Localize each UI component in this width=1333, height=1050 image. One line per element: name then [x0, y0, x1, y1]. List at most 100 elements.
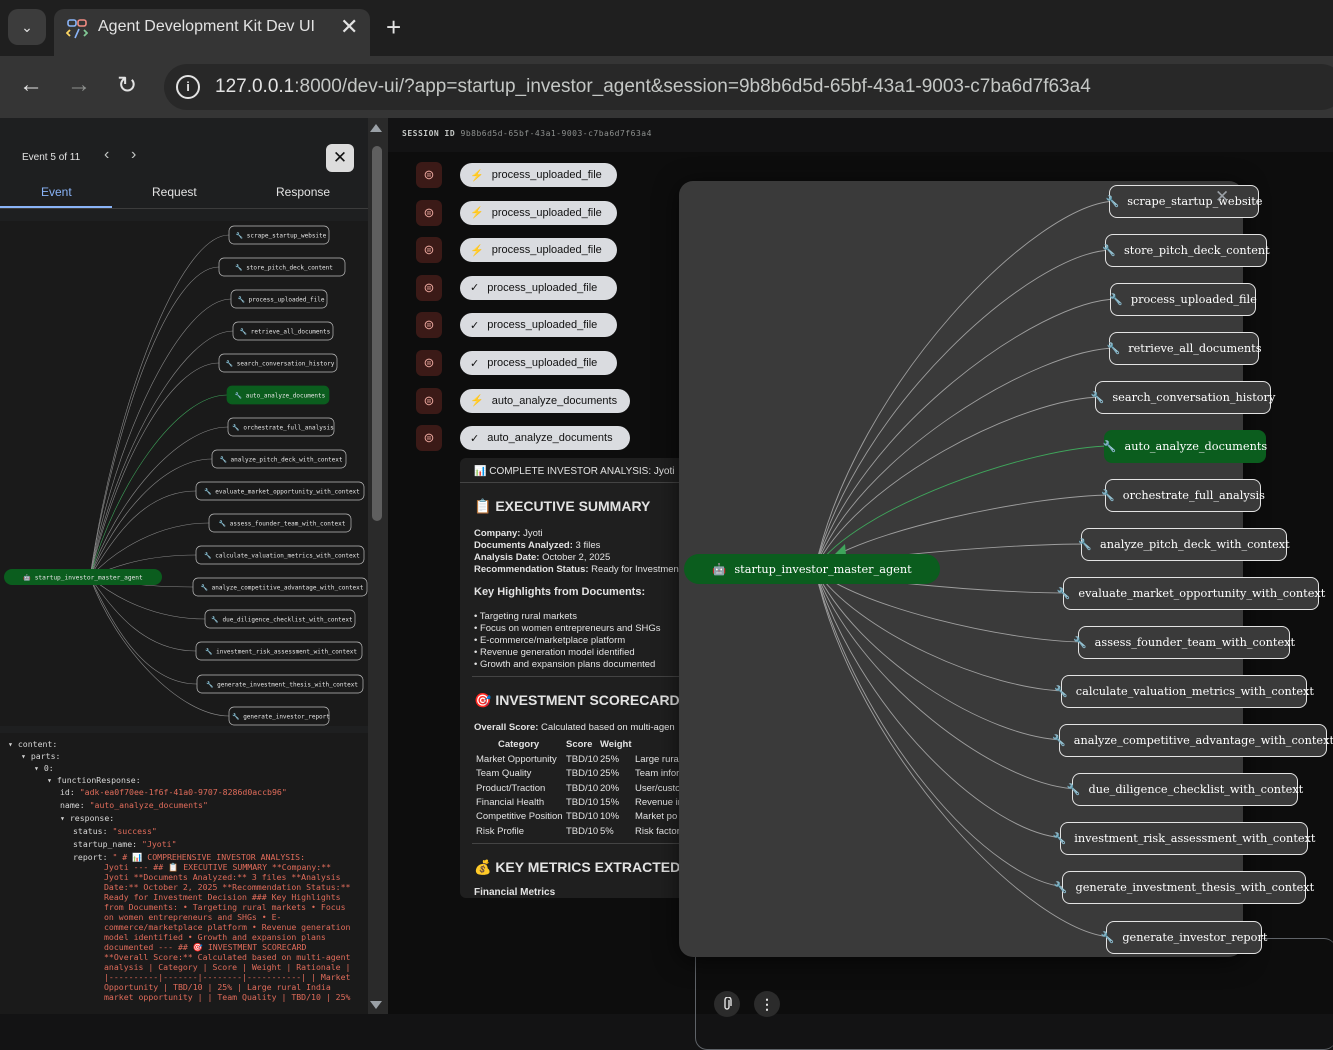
json-toggle-icon[interactable]: ▾	[47, 775, 57, 785]
tool-node-auto-analyze-documents[interactable]: 🔧 auto_analyze_documents	[1103, 430, 1268, 463]
robot-icon: ⊜	[423, 242, 435, 258]
back-button[interactable]: ←	[19, 71, 43, 99]
graph-edge	[814, 200, 1118, 570]
new-tab-button[interactable]: +	[386, 12, 401, 43]
tool-node-process-uploaded-file[interactable]: 🔧 process_uploaded_file	[1109, 283, 1257, 316]
json-value: "Jyoti"	[137, 839, 177, 849]
forward-button[interactable]: →	[67, 71, 91, 99]
tool-node-analyze-competitive-advantage-with-context[interactable]: 🔧 analyze_competitive_advantage_with_cont…	[1052, 724, 1333, 757]
mini-tool-label: 🔧 process_uploaded_file	[238, 296, 325, 304]
report-message: 📊 COMPLETE INVESTOR ANALYSIS: Jyoti 📋 EXE…	[460, 458, 680, 898]
session-id: SESSION ID 9b8b6d5d-65bf-43a1-9003-c7ba6…	[402, 129, 652, 138]
table-cell: Product/Traction	[476, 782, 546, 794]
function-event-chip[interactable]: ⚡ process_uploaded_file	[460, 200, 617, 225]
json-line: ▾ functionResponse:	[47, 775, 141, 785]
address-bar[interactable]: i 127.0.0.1:8000/dev-ui/?app=startup_inv…	[164, 64, 1333, 110]
table-cell: 20%	[600, 782, 620, 794]
scroll-up-icon[interactable]	[370, 124, 382, 132]
table-cell: Market Opportunity	[476, 754, 557, 765]
scroll-down-icon[interactable]	[370, 1001, 382, 1009]
next-event-button[interactable]: ›	[131, 146, 136, 164]
tool-node-label: retrieve_all_documents	[1128, 342, 1262, 355]
summary-field-key: Analysis Date:	[474, 552, 540, 563]
tool-node-scrape-startup-website[interactable]: 🔧 scrape_startup_website	[1105, 185, 1262, 218]
function-event-chip[interactable]: ⚡ process_uploaded_file	[460, 163, 617, 187]
tool-node-assess-founder-team-with-context[interactable]: 🔧 assess_founder_team_with_context	[1073, 626, 1295, 659]
prev-event-button[interactable]: ‹	[104, 146, 109, 164]
close-event-panel-button[interactable]: ✕	[326, 144, 354, 172]
function-event-chip[interactable]: ⚡ process_uploaded_file	[460, 238, 617, 263]
function-event-chip[interactable]: ✓ process_uploaded_file	[460, 351, 617, 375]
tool-node-label: generate_investment_thesis_with_context	[1075, 881, 1315, 894]
scrollbar-thumb[interactable]	[372, 146, 382, 521]
report-divider	[472, 843, 680, 844]
root-agent-node[interactable]: 🤖 startup_investor_master_agent	[684, 554, 940, 584]
table-cell: 15%	[600, 796, 620, 808]
json-report-line: |----------|-------|--------|-----------…	[104, 972, 351, 982]
robot-icon: ⊜	[423, 317, 435, 333]
tab-search-button[interactable]: ⌄	[8, 9, 46, 45]
tool-node-store-pitch-deck-content[interactable]: 🔧 store_pitch_deck_content	[1102, 234, 1270, 267]
robot-icon: ⊜	[423, 355, 435, 370]
wrench-icon: 🔧	[1101, 489, 1115, 502]
table-cell: TBD/10	[566, 782, 599, 794]
json-toggle-icon[interactable]: ▾	[21, 751, 31, 761]
wrench-icon: 🔧	[1072, 636, 1087, 649]
summary-field-value: 3 files	[572, 540, 601, 551]
graph-edge	[814, 568, 1070, 692]
tool-node-due-diligence-checklist-with-context[interactable]: 🔧 due_diligence_checklist_with_context	[1067, 773, 1303, 806]
summary-field-key: Documents Analyzed:	[474, 540, 573, 551]
tool-node-retrieve-all-documents[interactable]: 🔧 retrieve_all_documents	[1107, 332, 1262, 365]
event-counter: Event 5 of 11	[22, 152, 81, 163]
robot-icon: ⊜	[423, 204, 435, 220]
tool-node-generate-investor-report[interactable]: 🔧 generate_investor_report	[1101, 921, 1267, 954]
mini-agent-graph: 🔧 scrape_startup_website 🔧 store_pitch_de…	[0, 221, 368, 726]
mini-graph-edge	[89, 330, 234, 578]
robot-icon: ⊜	[423, 279, 435, 295]
highlight-item: • Growth and expansion plans documented	[474, 659, 656, 670]
tool-node-investment-risk-assessment-with-context[interactable]: 🔧 investment_risk_assessment_with_context	[1053, 822, 1315, 855]
tool-node-orchestrate-full-analysis[interactable]: 🔧 orchestrate_full_analysis	[1101, 479, 1265, 512]
tool-node-calculate-valuation-metrics-with-context[interactable]: 🔧 calculate_valuation_metrics_with_contex…	[1054, 675, 1314, 708]
tool-node-analyze-pitch-deck-with-context[interactable]: 🔧 analyze_pitch_deck_with_context	[1078, 528, 1290, 561]
attach-button[interactable]	[714, 991, 740, 1017]
function-event-chip[interactable]: ⚡ auto_analyze_documents	[460, 388, 630, 413]
function-event-chip[interactable]: ✓ auto_analyze_documents	[460, 426, 630, 451]
json-key: report:	[73, 852, 108, 862]
browser-tab[interactable]: Agent Development Kit Dev UI ✕	[54, 9, 370, 56]
url-text[interactable]: 127.0.0.1:8000/dev-ui/?app=startup_inves…	[215, 76, 1091, 98]
mini-tool-label: 🔧 investment_risk_assessment_with_contex…	[205, 648, 357, 656]
reload-button[interactable]: ↻	[117, 71, 137, 100]
tool-node-label: auto_analyze_documents	[1124, 440, 1268, 453]
tab-request[interactable]: Request	[152, 185, 197, 199]
tool-node-generate-investment-thesis-with-context[interactable]: 🔧 generate_investment_thesis_with_context	[1054, 871, 1314, 904]
json-toggle-icon[interactable]: ▾	[8, 739, 18, 749]
json-key: startup_name:	[73, 839, 138, 849]
tool-node-label: analyze_competitive_advantage_with_conte…	[1073, 734, 1333, 747]
json-report-line: model identified • Growth and expansion …	[104, 932, 326, 942]
json-toggle-icon[interactable]: ▾	[60, 813, 70, 823]
tab-event[interactable]: Event	[41, 185, 72, 199]
json-toggle-icon[interactable]: ▾	[34, 763, 44, 773]
function-event-chip[interactable]: ✓ process_uploaded_file	[460, 275, 617, 300]
json-key: parts:	[30, 751, 61, 761]
tool-node-evaluate-market-opportunity-with-context[interactable]: 🔧 evaluate_market_opportunity_with_contex…	[1057, 577, 1325, 610]
json-key: name:	[60, 800, 85, 810]
event-panel-scrollbar[interactable]	[368, 118, 388, 1014]
tab-response[interactable]: Response	[276, 185, 330, 199]
function-event-label: process_uploaded_file	[487, 319, 598, 332]
site-info-icon[interactable]: i	[176, 75, 200, 99]
tab-close-icon[interactable]: ✕	[340, 14, 358, 40]
close-graph-button[interactable]: ✕	[1215, 187, 1229, 207]
function-event-chip[interactable]: ✓ process_uploaded_file	[460, 313, 617, 338]
tool-node-label: orchestrate_full_analysis	[1122, 489, 1265, 502]
tool-node-search-conversation-history[interactable]: 🔧 search_conversation_history	[1091, 381, 1275, 414]
table-cell: TBD/10	[566, 754, 599, 765]
wrench-icon: 🔧	[1054, 685, 1068, 698]
more-options-button[interactable]: ⋮	[754, 991, 780, 1017]
highlight-item: • Targeting rural markets	[474, 611, 577, 622]
wrench-icon: 🔧	[1105, 195, 1120, 208]
bot-avatar: ⊜	[416, 162, 442, 188]
session-id-value: 9b8b6d5d-65bf-43a1-9003-c7ba6d7f63a4	[460, 129, 652, 138]
event-nav: Event 5 of 11 ‹ › ✕	[0, 136, 368, 186]
